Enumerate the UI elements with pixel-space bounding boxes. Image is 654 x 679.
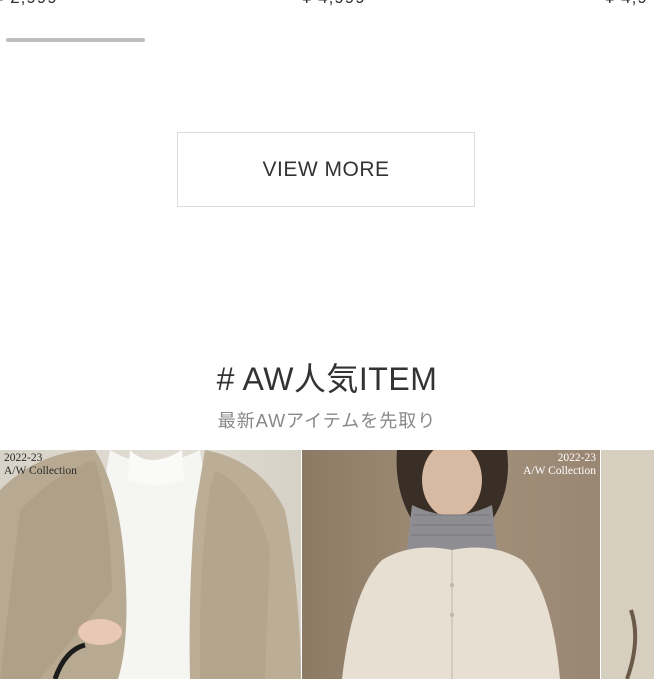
section-title: # AW人気ITEM [216, 361, 438, 397]
view-more-label: VIEW MORE [262, 157, 390, 181]
product-card[interactable] [601, 450, 654, 679]
product-photo-fur-vest [0, 450, 301, 679]
product-price-row: ¥ 2,999 ¥ 4,999 ¥ 4,9 [0, 0, 654, 8]
card-caption: 2022-23 A/W Collection [4, 452, 77, 477]
product-price: ¥ 4,999 [302, 0, 366, 8]
carousel-scrollbar[interactable] [6, 38, 145, 42]
section-subtitle: 最新AWアイテムを先取り [217, 411, 437, 431]
product-price: ¥ 2,999 [0, 0, 58, 8]
card-caption: 2022-23 A/W Collection [523, 452, 596, 477]
view-more-button[interactable]: VIEW MORE [177, 132, 475, 207]
product-card[interactable]: 2022-23 A/W Collection [0, 450, 301, 679]
product-card[interactable]: 2022-23 A/W Collection [302, 450, 600, 679]
product-price: ¥ 4,9 [605, 0, 648, 8]
product-photo-partial [601, 450, 654, 679]
product-photo-boa-jacket [342, 450, 560, 679]
